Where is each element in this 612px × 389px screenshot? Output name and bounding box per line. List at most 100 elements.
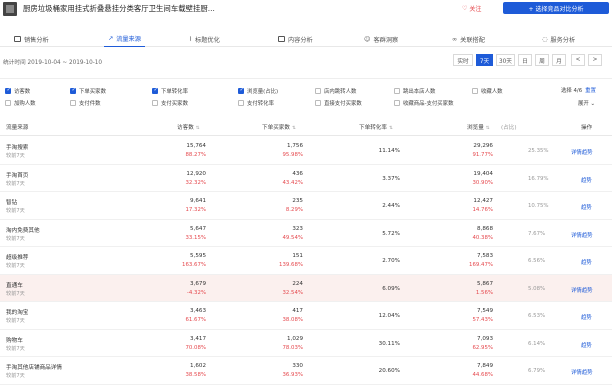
share-value: 7.67% [528, 230, 546, 237]
visitors-change: 163.67% [182, 262, 206, 268]
divider [0, 78, 612, 79]
link-icon: ∞ [452, 35, 458, 43]
row-actions[interactable]: 趋势 [581, 313, 592, 321]
share-value: 6.79% [528, 368, 546, 374]
col-actions: 操作 [581, 125, 593, 131]
metric-visitors[interactable]: 访客数 [5, 87, 30, 95]
metric-order-conversion[interactable]: 下单转化率 [152, 87, 188, 95]
row-actions[interactable]: 详情趋势 [571, 231, 593, 239]
order-buyers-change: 95.98% [282, 152, 303, 158]
order-buyers-value: 151 [292, 253, 303, 259]
checkbox-icon [238, 100, 244, 106]
compare-label: 较前7天 [6, 153, 25, 159]
tab-audience[interactable]: ☺ 客群洞察 [364, 31, 398, 47]
metric-pageviews[interactable]: 浏览量(占比) [238, 87, 278, 95]
table-row: 直通车 较前7天 3,679 -4.32% 224 32.54% 6.09% 5,867 1.5… [0, 274, 612, 302]
conversion-value: 2.70% [382, 258, 400, 264]
pageviews-change: 44.68% [472, 372, 493, 378]
order-buyers-change: 32.54% [282, 289, 303, 296]
compare-competitor-button[interactable]: + 选择竞品对比分析 [503, 2, 609, 14]
visitors-value: 5,595 [189, 253, 206, 259]
metric-favorites[interactable]: 收藏人数 [472, 87, 503, 95]
visitors-change: 88.27% [185, 152, 206, 158]
order-buyers-change: 49.54% [282, 234, 303, 241]
conversion-value: 2.44% [382, 203, 400, 209]
tab-title-optimize[interactable]: ⌇ 标题优化 [189, 31, 220, 47]
metric-inshop-jump[interactable]: 店内跳转人数 [315, 87, 356, 95]
table-row: 手淘搜索 较前7天 15,764 88.27% 1,756 95.98% 11.14% 29,… [0, 137, 612, 165]
pageviews-change: 14.76% [472, 207, 493, 213]
compare-label: 较前7天 [6, 345, 25, 352]
col-order-buyers[interactable]: 下单买家数 ⇅ [262, 123, 296, 131]
col-pageviews[interactable]: 浏览量 ⇅ [467, 123, 490, 131]
row-actions[interactable]: 趋势 [581, 176, 592, 184]
metric-direct-paid[interactable]: 直接支付买家数 [315, 99, 362, 107]
visitors-change: 33.15% [185, 234, 206, 241]
tab-traffic-source[interactable]: ↗ 流量来源 [104, 31, 145, 47]
expand-button[interactable]: 展开 ⌄ [578, 99, 595, 107]
row-actions[interactable]: 趋势 [581, 258, 592, 266]
conversion-value: 11.14% [378, 148, 400, 154]
users-icon: ☺ [364, 35, 371, 43]
order-buyers-value: 330 [292, 363, 303, 369]
range-7d[interactable]: 7天 [476, 54, 493, 66]
metric-order-buyers[interactable]: 下单买家数 [70, 87, 106, 95]
table-row: 手淘首页 较前7天 12,920 32.32% 436 43.42% 3.37% 19,404… [0, 165, 612, 192]
pageviews-value: 7,583 [476, 253, 493, 259]
product-title: 厨房垃圾桶家用挂式折叠悬挂分类客厅卫生间车载壁挂厨... [23, 4, 215, 13]
checkbox-icon [238, 87, 244, 94]
reset-button[interactable]: 重置 [585, 88, 596, 94]
visitors-change: 17.32% [185, 207, 206, 213]
metric-exit-shop[interactable]: 跳出本店人数 [394, 87, 435, 95]
metric-fav-paid[interactable]: 收藏商品-支付买家数 [394, 99, 453, 107]
tab-related[interactable]: ∞ 关联搭配 [452, 31, 485, 47]
order-buyers-value: 436 [292, 170, 303, 177]
range-30d[interactable]: 30天 [496, 54, 515, 66]
tab-service[interactable]: ◌ 服务分析 [542, 31, 575, 47]
metric-add-cart[interactable]: 加购人数 [5, 99, 36, 107]
col-visitors[interactable]: 访客数 ⇅ [177, 123, 200, 131]
metric-paid-items[interactable]: 支付件数 [70, 99, 101, 107]
stat-time-row: 统计时间 2019-10-04 ~ 2019-10-10 实时 7天 30天 日… [0, 54, 612, 66]
col-conversion[interactable]: 下单转化率 ⇅ [359, 123, 393, 131]
pageviews-change: 91.77% [472, 152, 493, 158]
prev-period-button[interactable]: < [571, 54, 585, 66]
checkbox-icon [152, 100, 158, 106]
checkbox-icon [70, 87, 76, 94]
pageviews-change: 1.56% [475, 289, 493, 296]
visitors-change: 61.67% [185, 317, 206, 323]
range-day[interactable]: 日 [518, 54, 532, 66]
row-actions[interactable]: 趋势 [581, 341, 592, 349]
visitors-change: 32.32% [185, 179, 206, 186]
table-row: 淘内免费其他 较前7天 5,647 33.15% 323 49.54% 5.72% 8,868… [0, 220, 612, 247]
metric-paid-buyers[interactable]: 支付买家数 [152, 99, 188, 107]
range-month[interactable]: 月 [552, 54, 566, 66]
tab-content[interactable]: 内容分析 [278, 31, 313, 47]
tab-sales[interactable]: 销售分析 [14, 31, 49, 47]
source-name: 我的淘宝 [6, 310, 29, 316]
order-buyers-value: 1,756 [286, 143, 303, 149]
table-header: 流量来源 访客数 ⇅ 下单买家数 ⇅ 下单转化率 ⇅ 浏览量 ⇅ (占比) 操作 [0, 118, 612, 136]
metric-paid-conversion[interactable]: 支付转化率 [238, 99, 274, 107]
visitors-value: 15,764 [186, 143, 206, 149]
range-week[interactable]: 周 [535, 54, 549, 66]
order-buyers-change: 78.03% [282, 344, 303, 351]
visitors-value: 3,679 [189, 280, 206, 287]
checkbox-icon [5, 100, 11, 106]
row-actions[interactable]: 详情趋势 [571, 148, 593, 156]
row-actions[interactable]: 趋势 [581, 203, 592, 211]
next-period-button[interactable]: > [588, 54, 602, 66]
share-value: 6.53% [528, 313, 546, 319]
sort-icon: ⇅ [195, 126, 200, 131]
table-row: 购物车 较前7天 3,417 70.08% 1,029 78.03% 30.11% 7,093… [0, 330, 612, 357]
share-value: 6.56% [528, 258, 546, 264]
compare-label: 较前7天 [6, 318, 25, 324]
content-icon [278, 36, 285, 42]
visitors-change: -4.32% [186, 289, 206, 296]
range-realtime[interactable]: 实时 [453, 54, 473, 66]
pageviews-change: 62.95% [472, 344, 493, 351]
source-name: 超级推荐 [6, 255, 29, 261]
follow-button[interactable]: ♡ 关注 [462, 4, 481, 13]
row-actions[interactable]: 详情趋势 [571, 286, 593, 294]
row-actions[interactable]: 详情趋势 [571, 368, 593, 376]
